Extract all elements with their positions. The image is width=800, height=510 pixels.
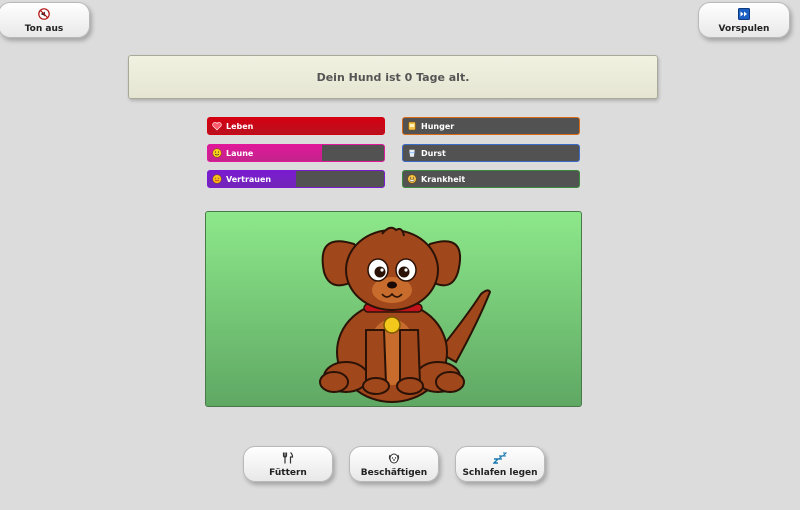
thirst-label: Durst: [421, 148, 446, 158]
speaker-muted-icon: [38, 7, 50, 21]
mood-bar: Laune: [207, 144, 385, 162]
sleep-label: Schlafen legen: [462, 467, 538, 478]
sick-icon: [407, 174, 417, 184]
sound-off-button[interactable]: Ton aus: [0, 2, 90, 38]
age-text: Dein Hund ist 0 Tage alt.: [316, 70, 470, 84]
trust-bar: Vertrauen: [207, 170, 385, 188]
sickness-bar: Krankheit: [402, 170, 580, 188]
sleep-button[interactable]: Schlafen legen: [455, 446, 545, 482]
trust-icon: [212, 174, 222, 184]
feed-label: Füttern: [269, 467, 307, 478]
feed-button[interactable]: Füttern: [243, 446, 333, 482]
mood-label: Laune: [226, 148, 254, 158]
heart-icon: [212, 121, 222, 131]
cup-icon: [407, 148, 417, 158]
dog-illustration[interactable]: [206, 212, 581, 406]
thirst-bar: Durst: [402, 144, 580, 162]
health-bar: Leben: [207, 117, 385, 135]
hunger-bar: Hunger: [402, 117, 580, 135]
food-icon: [407, 121, 417, 131]
age-banner: Dein Hund ist 0 Tage alt.: [128, 55, 658, 99]
hunger-label: Hunger: [421, 121, 455, 131]
sound-off-label: Ton aus: [24, 23, 64, 34]
fork-knife-icon: [282, 451, 294, 465]
fast-forward-label: Vorspulen: [718, 23, 770, 34]
dog-face-icon: [388, 451, 400, 465]
fast-forward-button[interactable]: Vorspulen: [698, 2, 790, 38]
health-label: Leben: [226, 121, 254, 131]
smiley-icon: [212, 148, 222, 158]
sleep-zzz-icon: [493, 451, 507, 465]
play-label: Beschäftigen: [360, 467, 428, 478]
play-button[interactable]: Beschäftigen: [349, 446, 439, 482]
pet-scene: [205, 211, 582, 407]
trust-label: Vertrauen: [226, 174, 272, 184]
sickness-label: Krankheit: [421, 174, 466, 184]
fast-forward-icon: [738, 7, 750, 21]
